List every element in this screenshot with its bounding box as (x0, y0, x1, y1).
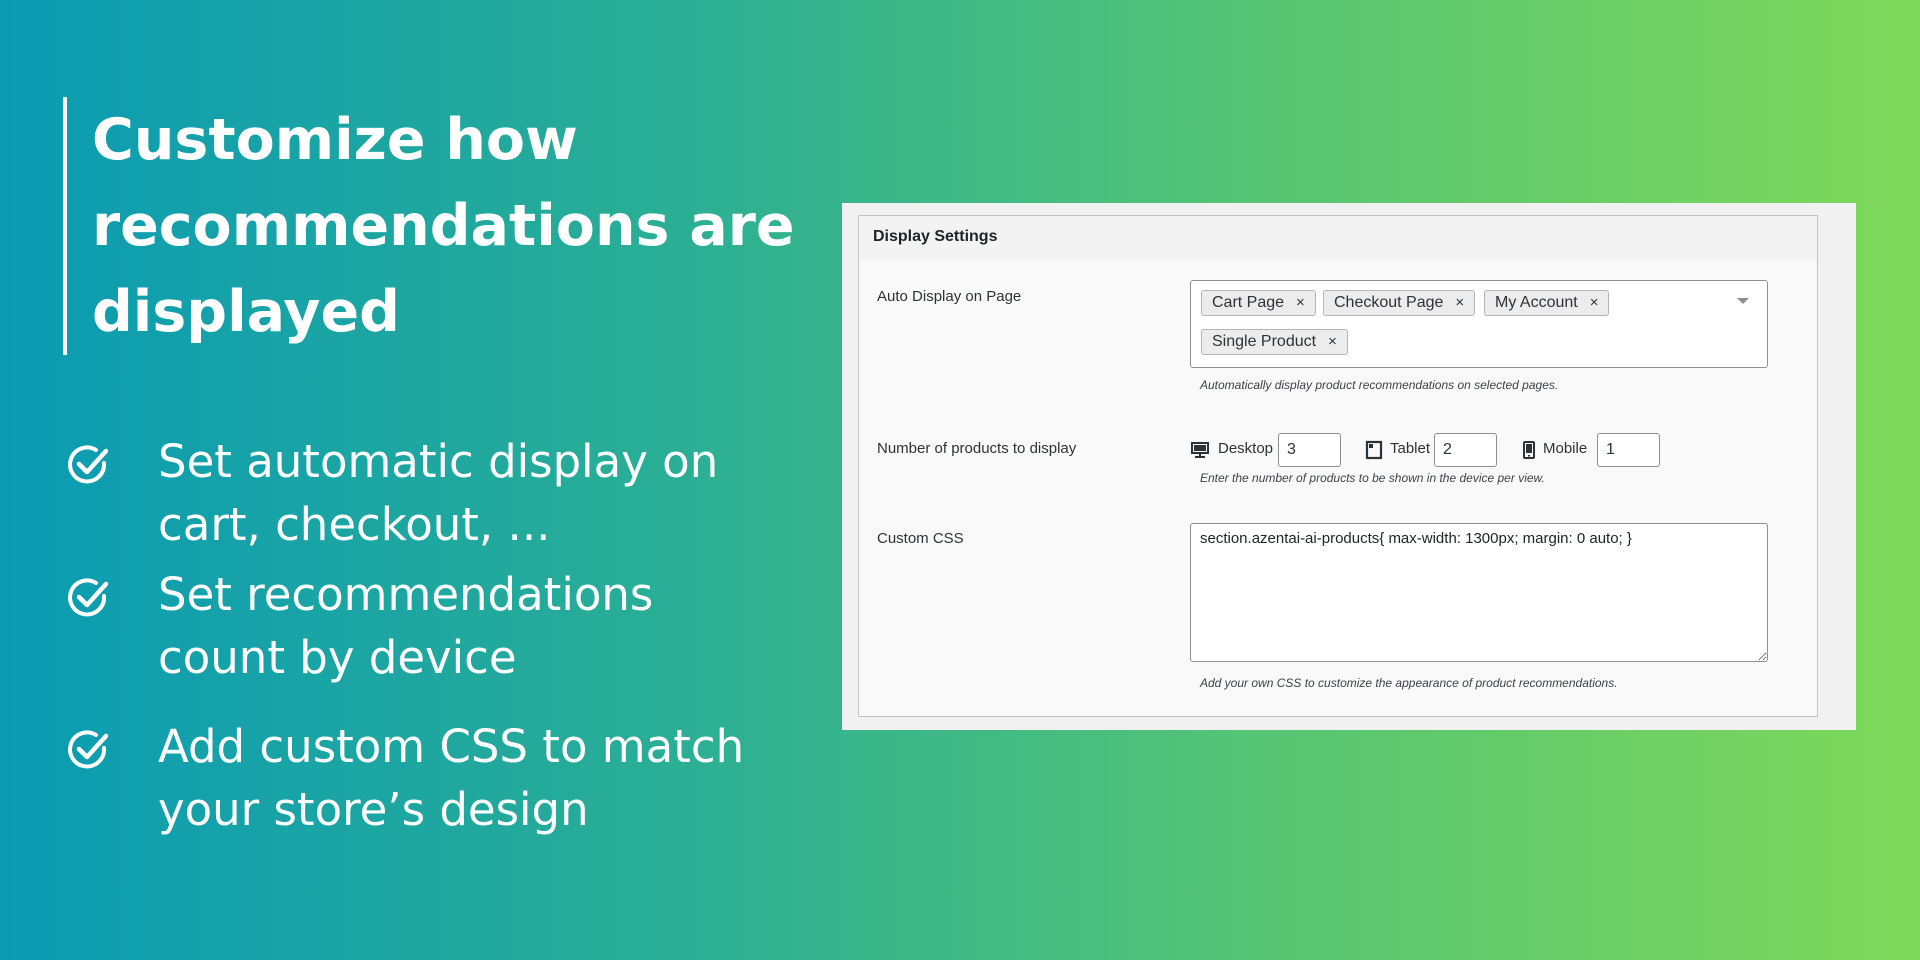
desktop-icon (1191, 442, 1209, 458)
remove-chip-icon[interactable]: × (1455, 294, 1464, 311)
desktop-count-input[interactable] (1278, 433, 1341, 467)
chip-my-account: My Account × (1484, 290, 1610, 316)
device-tablet: Tablet (1364, 433, 1524, 467)
chip-checkout-page: Checkout Page × (1323, 290, 1476, 316)
chip-label: Checkout Page (1334, 294, 1444, 311)
feature-text-line: cart, checkout, ... (158, 498, 551, 551)
auto-display-select[interactable]: Cart Page × Checkout Page × My Account × Si… (1190, 280, 1768, 368)
feature-text-line: your store’s design (158, 783, 589, 836)
display-settings-panel: Display Settings Auto Display on Page Ca… (858, 215, 1818, 717)
check-circle-icon (68, 578, 109, 617)
tablet-count-input[interactable] (1434, 433, 1497, 467)
device-mobile: Mobile (1519, 433, 1679, 467)
remove-chip-icon[interactable]: × (1296, 294, 1305, 311)
auto-display-label: Auto Display on Page (877, 288, 1022, 305)
chip-cart-page: Cart Page × (1201, 290, 1316, 316)
settings-screenshot: Display Settings Auto Display on Page Ca… (842, 203, 1856, 730)
feature-text-line: Set automatic display on (158, 435, 719, 488)
feature-text-line: count by device (158, 631, 517, 684)
auto-display-hint: Automatically display product recommenda… (1200, 378, 1559, 392)
chip-single-product: Single Product × (1201, 329, 1348, 355)
custom-css-hint: Add your own CSS to customize the appear… (1200, 676, 1618, 690)
feature-text-line: Set recommendations (158, 568, 654, 621)
device-label: Tablet (1390, 440, 1431, 457)
chevron-down-icon[interactable] (1737, 298, 1749, 304)
panel-header: Display Settings (859, 216, 1817, 260)
remove-chip-icon[interactable]: × (1328, 333, 1337, 350)
feature-text: Set automatic display on cart, checkout,… (158, 430, 818, 556)
device-desktop: Desktop (1190, 433, 1370, 467)
num-products-label: Number of products to display (877, 440, 1077, 457)
check-circle-icon (68, 445, 109, 484)
feature-text: Add custom CSS to match your store’s des… (158, 715, 818, 841)
feature-text-line: Add custom CSS to match (158, 720, 745, 773)
num-products-hint: Enter the number of products to be shown… (1200, 471, 1545, 485)
panel-title: Display Settings (873, 228, 998, 245)
check-circle-icon (68, 730, 109, 769)
chip-label: My Account (1495, 294, 1578, 311)
feature-list: Set automatic display on cart, checkout,… (0, 0, 820, 960)
device-label: Mobile (1543, 440, 1588, 457)
mobile-icon (1523, 441, 1535, 459)
chip-label: Cart Page (1212, 294, 1285, 311)
custom-css-label: Custom CSS (877, 530, 964, 547)
custom-css-textarea[interactable]: section.azentai-ai-products{ max-width: … (1190, 523, 1768, 662)
mobile-count-input[interactable] (1597, 433, 1660, 467)
chip-label: Single Product (1212, 333, 1317, 350)
tablet-icon (1365, 440, 1383, 460)
feature-text: Set recommendations count by device (158, 563, 818, 689)
remove-chip-icon[interactable]: × (1590, 294, 1599, 311)
device-label: Desktop (1218, 440, 1274, 457)
